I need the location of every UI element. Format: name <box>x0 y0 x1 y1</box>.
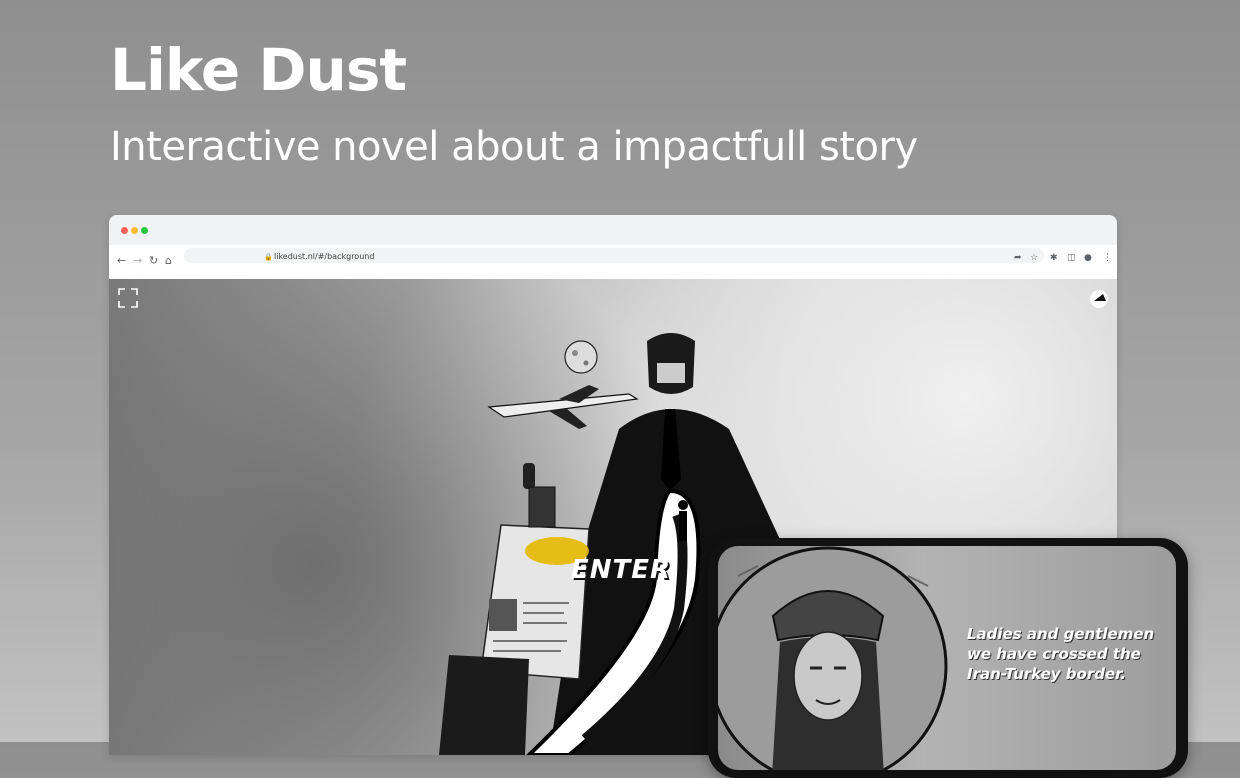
browser-toolbar: ← → ↻ ⌂ 🔒 likedust.nl/#/background ➦ ☆ ✱… <box>109 245 1117 280</box>
suitcase <box>439 655 529 755</box>
minimize-window-dot[interactable] <box>131 227 138 234</box>
page-title: Like Dust <box>110 36 407 104</box>
lock-icon: 🔒 <box>264 253 273 261</box>
rubber-stamp <box>523 463 589 565</box>
address-bar[interactable]: 🔒 likedust.nl/#/background <box>184 248 1044 263</box>
caption-line: Ladies and gentlemen <box>967 625 1155 643</box>
browser-titlebar <box>109 215 1117 245</box>
extensions-icon[interactable]: ✱ <box>1050 253 1058 263</box>
profile-avatar-icon[interactable]: ● <box>1084 253 1092 263</box>
phone-caption: Ladies and gentlemen we have crossed the… <box>967 624 1176 684</box>
airplane-icon <box>487 385 639 429</box>
page-subtitle: Interactive novel about a impactfull sto… <box>110 124 918 170</box>
close-window-dot[interactable] <box>121 227 128 234</box>
fullscreen-icon[interactable] <box>118 288 138 308</box>
share-icon[interactable]: ➦ <box>1014 253 1022 263</box>
phone-screen: Ladies and gentlemen we have crossed the… <box>718 546 1176 770</box>
sound-toggle-icon[interactable] <box>1090 290 1108 308</box>
maximize-window-dot[interactable] <box>141 227 148 234</box>
forward-arrow-icon[interactable]: → <box>133 254 142 267</box>
menu-kebab-icon[interactable]: ⋮ <box>1103 253 1112 263</box>
back-arrow-icon[interactable]: ← <box>117 254 126 267</box>
home-icon[interactable]: ⌂ <box>165 254 172 267</box>
moon-icon <box>564 340 598 374</box>
caption-line: Iran-Turkey border. <box>967 665 1127 683</box>
phone-mockup: Ladies and gentlemen we have crossed the… <box>708 538 1188 778</box>
bookmark-star-icon[interactable]: ☆ <box>1030 253 1038 263</box>
address-url[interactable]: likedust.nl/#/background <box>274 252 374 261</box>
sidebar-icon[interactable]: ◫ <box>1067 253 1076 263</box>
caption-line: we have crossed the <box>967 645 1141 663</box>
enter-button[interactable]: ENTER <box>571 555 671 585</box>
reload-icon[interactable]: ↻ <box>149 254 158 267</box>
